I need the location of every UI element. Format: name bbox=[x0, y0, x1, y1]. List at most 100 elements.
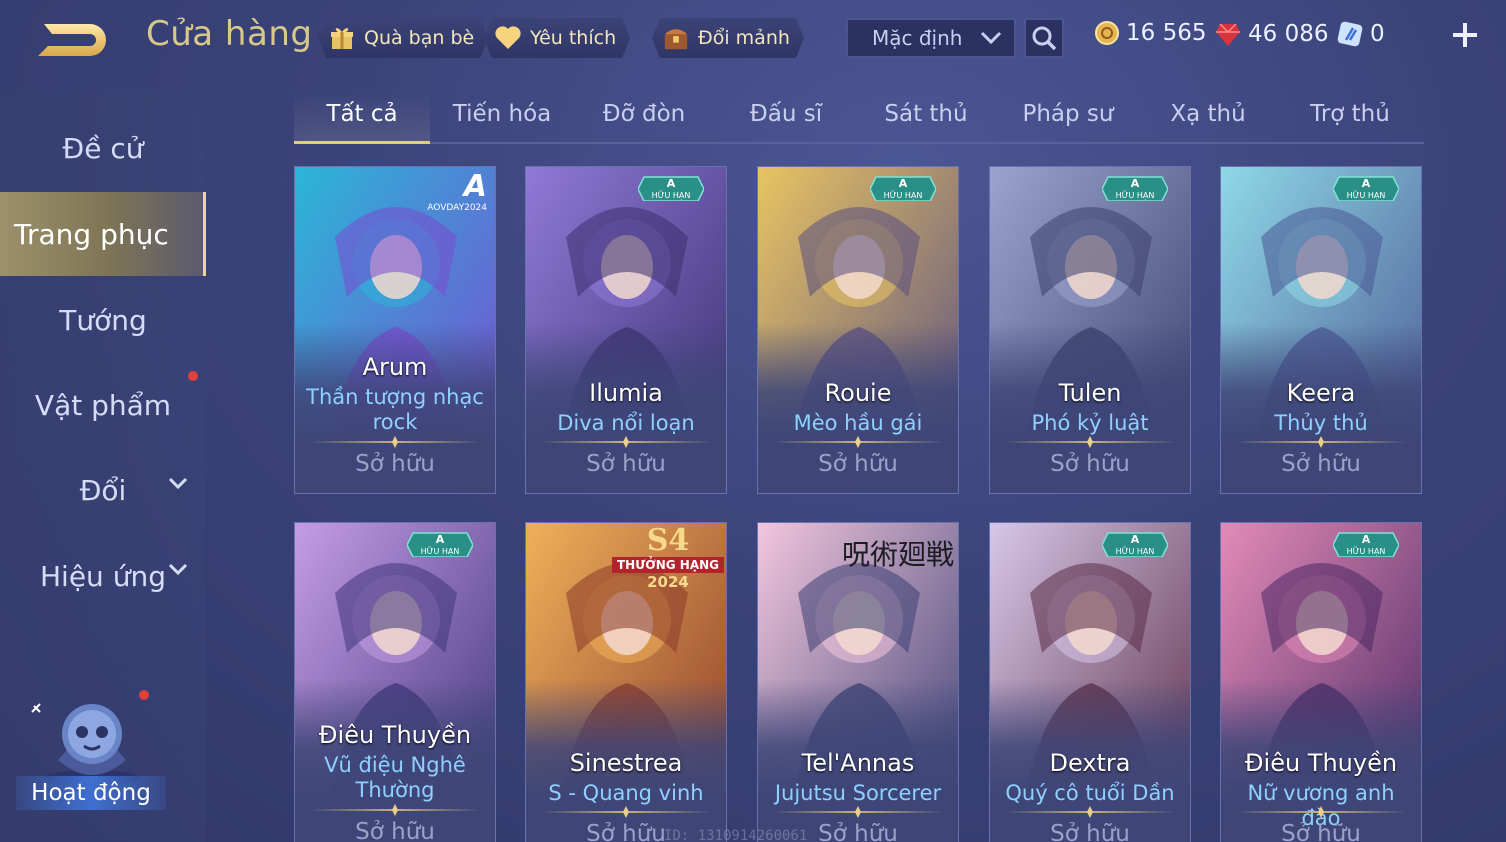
limited-text: HỮU HẠN bbox=[652, 189, 691, 201]
limited-badge: A HỮU HẠN bbox=[637, 171, 705, 202]
gift-icon bbox=[328, 24, 356, 52]
jjk-logo: 呪術廻戦 bbox=[841, 538, 954, 571]
treasure-chest-icon bbox=[662, 24, 690, 52]
page-title: Cửa hàng bbox=[146, 14, 313, 54]
gem-amount: 46 086 bbox=[1248, 21, 1329, 47]
owned-status: Sở hữu bbox=[1281, 821, 1361, 842]
limited-text: HỮU HẠN bbox=[1116, 545, 1155, 557]
sidebar-item-recommended[interactable]: Đề cử bbox=[0, 108, 206, 188]
gold-coin-icon bbox=[1095, 21, 1119, 45]
gold-amount: 16 565 bbox=[1126, 20, 1207, 46]
search-button[interactable] bbox=[1024, 18, 1064, 58]
svg-text:A: A bbox=[667, 177, 676, 190]
skin-name: Jujutsu Sorcerer bbox=[774, 781, 942, 805]
gem-currency: 46 086 bbox=[1214, 20, 1328, 48]
skin-card[interactable]: Arum Thần tượng nhạc rock Sở hữu A AOVDAY202… bbox=[294, 166, 496, 494]
tab-marksman[interactable]: Xạ thủ bbox=[1148, 92, 1268, 142]
skin-name: Quý cô tuổi Dần bbox=[1005, 781, 1175, 805]
owned-status: Sở hữu bbox=[1281, 451, 1361, 477]
card-divider bbox=[1004, 441, 1176, 443]
card-divider bbox=[1004, 811, 1176, 813]
hero-name: Ilumia bbox=[589, 379, 663, 407]
tab-warrior[interactable]: Đấu sĩ bbox=[726, 92, 846, 142]
favorite-button[interactable]: Yêu thích bbox=[484, 18, 630, 58]
skin-card[interactable]: Ilumia Diva nổi loạn Sở hữu AHỮU HẠNA HỮU H… bbox=[525, 166, 727, 494]
hero-name: Dextra bbox=[1049, 749, 1131, 777]
chevron-down-icon bbox=[168, 563, 188, 576]
tab-tank[interactable]: Đỡ đòn bbox=[584, 92, 704, 142]
back-button[interactable] bbox=[34, 16, 114, 58]
svg-text:A: A bbox=[436, 533, 445, 546]
friend-gift-button[interactable]: Quà bạn bè bbox=[318, 18, 488, 58]
tab-evolution[interactable]: Tiến hóa bbox=[442, 92, 562, 142]
hero-name: Keera bbox=[1286, 379, 1356, 407]
sidebar-item-heroes[interactable]: Tướng bbox=[0, 280, 206, 360]
aov-day-badge: A AOVDAY2024 bbox=[407, 169, 487, 214]
skin-name: S - Quang vinh bbox=[548, 781, 704, 805]
top-bar: Cửa hàng Quà bạn bè Yêu thích Đổi mảnh M… bbox=[0, 0, 1506, 78]
back-arrow-icon bbox=[38, 24, 106, 56]
limited-text: HỮU HẠN bbox=[1347, 545, 1386, 557]
card-divider bbox=[540, 441, 712, 443]
sort-selected-value: Mặc định bbox=[872, 26, 963, 50]
sidebar-item-label: Vật phẩm bbox=[34, 388, 172, 422]
chevron-down-icon bbox=[980, 31, 1002, 45]
hero-name: Điêu Thuyền bbox=[318, 721, 472, 749]
plus-icon bbox=[1453, 23, 1477, 47]
limited-text: HỮU HẠN bbox=[421, 545, 460, 557]
voucher-amount: 0 bbox=[1370, 21, 1385, 47]
aov-day-text: AOVDAY2024 bbox=[427, 203, 487, 213]
hero-name: Tel'Annas bbox=[801, 749, 915, 777]
limited-badge: A HỮU HẠN bbox=[1101, 527, 1169, 558]
sidebar-item-label: Đổi bbox=[79, 473, 127, 507]
sidebar-item-exchange[interactable]: Đổi bbox=[0, 450, 206, 530]
skin-card[interactable]: Rouie Mèo hầu gái Sở hữu AHỮU HẠNA HỮU HẠN bbox=[757, 166, 959, 494]
sidebar-item-label: Hiệu ứng bbox=[40, 559, 166, 593]
hero-name: Arum bbox=[362, 353, 428, 381]
card-divider bbox=[1235, 441, 1407, 443]
skin-name: Mèo hầu gái bbox=[793, 411, 923, 435]
sidebar-item-costumes[interactable]: Trang phục bbox=[0, 192, 206, 276]
hero-name: Rouie bbox=[824, 379, 892, 407]
tab-support[interactable]: Trợ thủ bbox=[1290, 92, 1410, 142]
skin-card[interactable]: Điêu Thuyền Nữ vương anh đào Sở hữu A HỮU HẠ… bbox=[1220, 522, 1422, 842]
season-year: 2024 bbox=[647, 573, 689, 591]
skin-card[interactable]: Điêu Thuyền Vũ điệu Nghê Thường Sở hữu A HỮU… bbox=[294, 522, 496, 842]
skin-card[interactable]: Dextra Quý cô tuổi Dần Sở hữu AHỮU HẠNA HỮU… bbox=[989, 522, 1191, 842]
limited-text: HỮU HẠN bbox=[1347, 189, 1386, 201]
svg-text:A: A bbox=[1362, 177, 1371, 190]
tab-all[interactable]: Tất cả bbox=[294, 92, 430, 144]
skin-card[interactable]: Keera Thủy thủ Sở hữu AHỮU HẠNA HỮU HẠN bbox=[1220, 166, 1422, 494]
owned-status: Sở hữu bbox=[1050, 821, 1130, 842]
skin-name: Vũ điệu Nghê Thường bbox=[324, 753, 466, 802]
notification-dot bbox=[188, 371, 198, 381]
card-divider bbox=[1235, 811, 1407, 813]
tab-assassin[interactable]: Sát thủ bbox=[866, 92, 986, 142]
card-divider bbox=[772, 441, 944, 443]
skin-card[interactable]: Sinestrea S - Quang vinh Sở hữu S4 THƯỞNG HẠ… bbox=[525, 522, 727, 842]
skin-name: Thủy thủ bbox=[1274, 411, 1368, 435]
owned-status: Sở hữu bbox=[355, 819, 435, 842]
skin-card[interactable]: Tulen Phó kỷ luật Sở hữu AHỮU HẠNA HỮU HẠN bbox=[989, 166, 1191, 494]
limited-badge: A HỮU HẠN bbox=[1332, 527, 1400, 558]
exchange-shards-button[interactable]: Đổi mảnh bbox=[652, 18, 804, 58]
hero-name: Sinestrea bbox=[569, 749, 683, 777]
owned-status: Sở hữu bbox=[1050, 451, 1130, 477]
favorite-label: Yêu thích bbox=[530, 27, 617, 49]
red-gem-icon bbox=[1216, 23, 1240, 46]
owned-status: Sở hữu bbox=[355, 451, 435, 477]
exchange-label: Đổi mảnh bbox=[698, 27, 790, 49]
sort-dropdown[interactable]: Mặc định bbox=[846, 18, 1016, 58]
sidebar-item-items[interactable]: Vật phẩm bbox=[0, 365, 206, 445]
skin-card[interactable]: Tel'Annas Jujutsu Sorcerer Sở hữu 呪術廻戦 bbox=[757, 522, 959, 842]
sidebar-item-effects[interactable]: Hiệu ứng bbox=[0, 536, 206, 616]
letter-a-icon: A bbox=[463, 169, 487, 204]
gold-currency: 16 565 bbox=[1094, 20, 1206, 46]
watermark-id: ID: 1310914260061 bbox=[664, 828, 808, 842]
svg-text:A: A bbox=[1131, 533, 1140, 546]
season-label: S4 bbox=[646, 523, 690, 558]
tab-mage[interactable]: Pháp sư bbox=[1008, 92, 1128, 142]
add-currency-button[interactable] bbox=[1448, 18, 1482, 52]
voucher-currency: 0 bbox=[1336, 20, 1385, 48]
limited-text: HỮU HẠN bbox=[884, 189, 923, 201]
